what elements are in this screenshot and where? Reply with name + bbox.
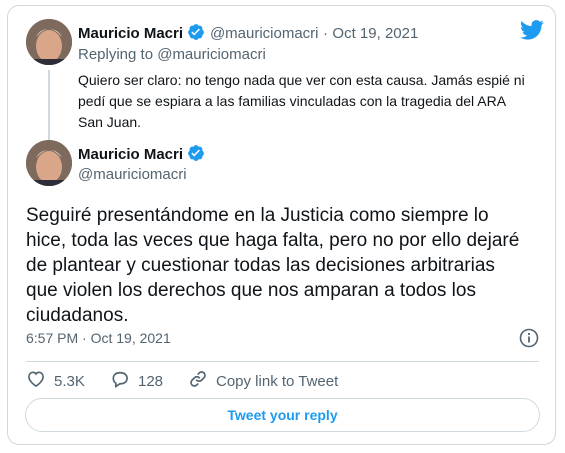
author-name[interactable]: Mauricio Macri	[78, 25, 183, 42]
replying-to[interactable]: Replying to @mauriciomacri	[78, 46, 266, 63]
tweet-embed-card: Mauricio Macri @mauriciomacri · Oct 19, …	[7, 5, 556, 445]
verified-badge-icon	[187, 23, 205, 46]
reply-count: 128	[138, 372, 164, 390]
quoted-tweet-text: Quiero ser claro: no tengo nada que ver …	[78, 72, 525, 130]
verified-badge-icon	[187, 144, 205, 167]
reply-action[interactable]: 128	[110, 369, 163, 393]
quoted-tweet-header: Mauricio Macri @mauriciomacri · Oct 19, …	[78, 23, 418, 46]
twitter-bird-icon[interactable]	[520, 20, 544, 45]
like-action[interactable]: 5.3K	[26, 369, 85, 393]
tweet-your-reply-button[interactable]: Tweet your reply	[25, 398, 540, 432]
author-handle[interactable]: @mauriciomacri	[78, 166, 187, 183]
main-tweet-header: Mauricio Macri	[78, 144, 205, 167]
divider	[26, 361, 539, 362]
avatar[interactable]	[26, 140, 72, 186]
heart-icon	[26, 369, 46, 393]
reply-button-label: Tweet your reply	[227, 407, 338, 423]
tweet-timestamp[interactable]: 6:57 PM · Oct 19, 2021	[26, 330, 171, 346]
reply-bubble-icon	[110, 369, 130, 393]
avatar[interactable]	[26, 19, 72, 65]
link-icon	[188, 369, 208, 393]
author-name[interactable]: Mauricio Macri	[78, 146, 183, 163]
main-tweet-text: Seguiré presentándome en la Justicia com…	[26, 205, 520, 326]
tweet-date[interactable]: Oct 19, 2021	[332, 25, 418, 42]
author-handle[interactable]: @mauriciomacri	[210, 25, 319, 42]
thread-line	[48, 70, 50, 144]
copy-link-action[interactable]: Copy link to Tweet	[188, 369, 338, 393]
separator: ·	[322, 25, 328, 42]
like-count: 5.3K	[54, 372, 85, 390]
info-icon[interactable]	[519, 328, 539, 353]
copy-link-label: Copy link to Tweet	[216, 372, 339, 390]
